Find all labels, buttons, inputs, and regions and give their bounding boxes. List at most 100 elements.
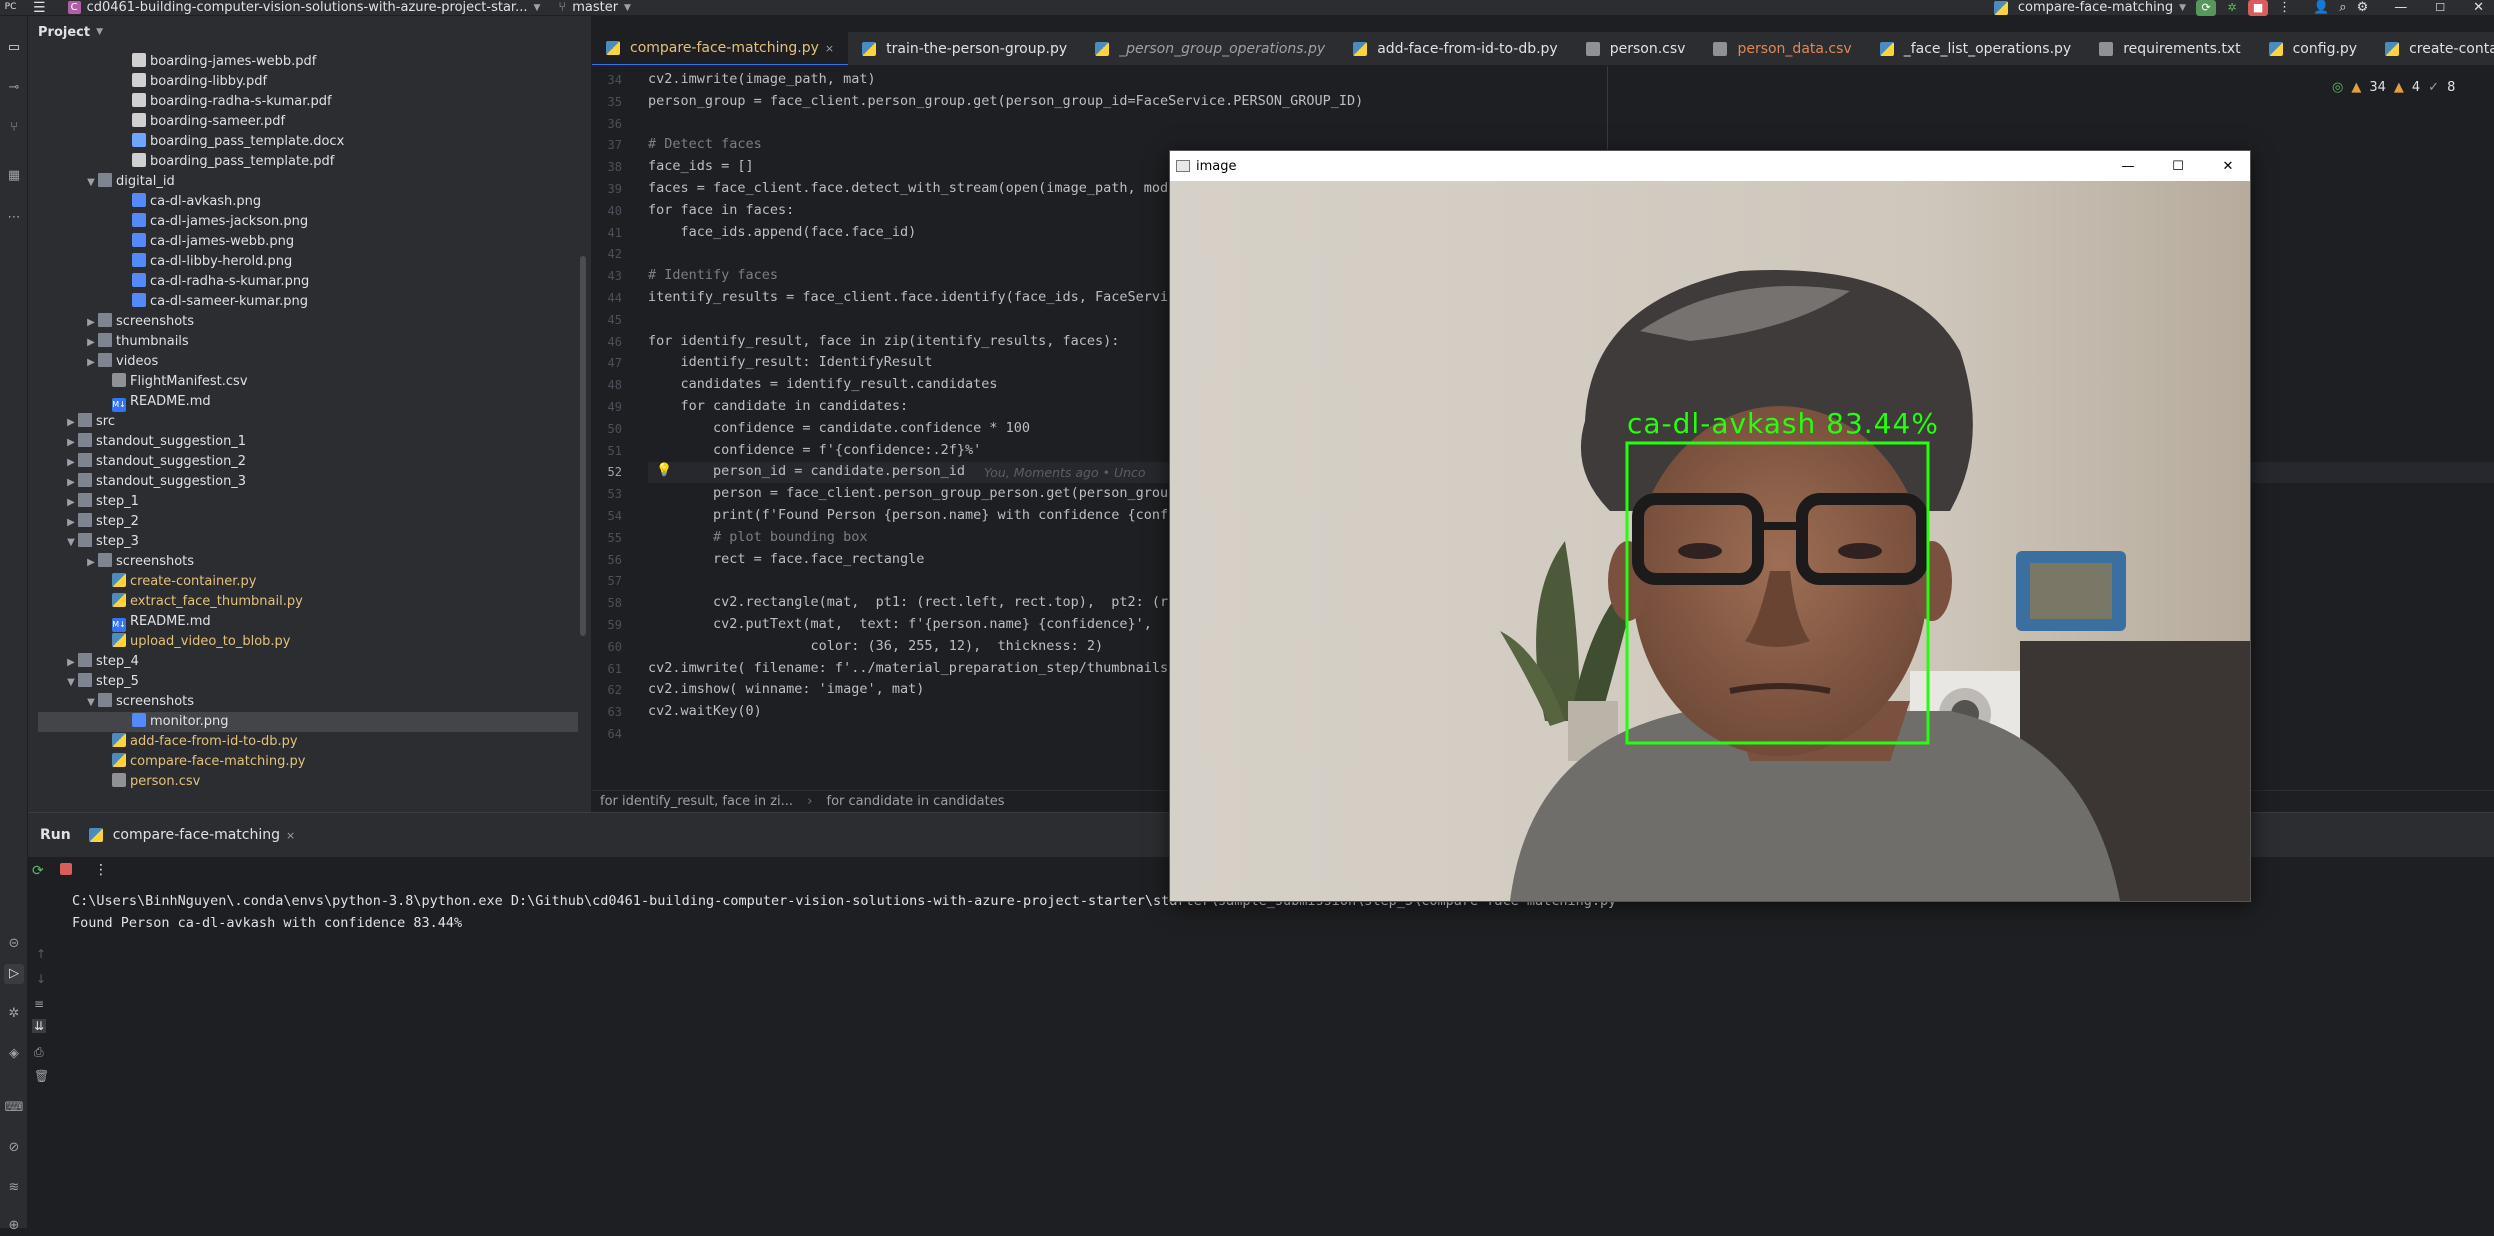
- breadcrumb-item[interactable]: for identify_result, face in zi...: [600, 794, 793, 809]
- run-config-selector[interactable]: compare-face-matching ▼: [1993, 0, 2186, 16]
- tree-file[interactable]: ca-dl-libby-herold.png: [132, 252, 292, 272]
- tree-file[interactable]: ca-dl-james-webb.png: [132, 232, 294, 252]
- chevron-down-icon[interactable]: ▼: [64, 673, 78, 693]
- terminal-icon[interactable]: ⌨: [4, 1098, 24, 1118]
- chevron-down-icon[interactable]: ▼: [84, 693, 98, 713]
- tree-folder[interactable]: ▶ standout_suggestion_2: [64, 452, 246, 472]
- editor-tab[interactable]: person.csv: [1572, 32, 1700, 65]
- minimize-icon[interactable]: —: [2394, 0, 2407, 16]
- chevron-right-icon[interactable]: ▶: [64, 653, 78, 673]
- inspection-widget[interactable]: ◎ ▲ 34 ▲ 4 ✓ 8: [2332, 80, 2455, 95]
- tree-file[interactable]: person.csv: [112, 772, 200, 792]
- tree-file[interactable]: ca-dl-avkash.png: [132, 192, 261, 212]
- stop-icon[interactable]: [60, 863, 72, 875]
- code-line[interactable]: cv2.imwrite( filename: f'../material_pre…: [648, 660, 1201, 676]
- chevron-right-icon[interactable]: ▶: [84, 333, 98, 353]
- tree-folder[interactable]: ▼ step_3: [64, 532, 139, 552]
- debug-button[interactable]: ✲: [2222, 0, 2242, 16]
- rerun-icon[interactable]: ⟳: [32, 863, 44, 879]
- lightbulb-icon[interactable]: 💡: [656, 463, 672, 478]
- tree-folder[interactable]: ▶ src: [64, 412, 115, 432]
- code-line[interactable]: cv2.rectangle(mat, pt1: (rect.left, rect…: [648, 594, 1209, 610]
- breadcrumb-item[interactable]: for candidate in candidates: [827, 794, 1005, 809]
- tree-file[interactable]: monitor.png: [38, 712, 578, 732]
- code-line[interactable]: # Detect faces: [648, 136, 762, 152]
- search-icon[interactable]: ⌕: [2339, 0, 2346, 16]
- code-line[interactable]: rect = face.face_rectangle: [648, 551, 924, 567]
- image-window-titlebar[interactable]: image — ☐ ✕: [1170, 151, 2250, 181]
- code-line[interactable]: color: (36, 255, 12), thickness: 2): [648, 638, 1104, 654]
- add-user-icon[interactable]: 👤: [2313, 0, 2329, 16]
- python-console-icon[interactable]: ◈: [4, 1044, 24, 1064]
- trash-icon[interactable]: 🗑: [34, 1069, 49, 1083]
- tree-folder[interactable]: ▶ videos: [84, 352, 158, 372]
- run-config-tab[interactable]: compare-face-matching ×: [88, 827, 295, 843]
- commit-icon[interactable]: ⊸: [4, 78, 24, 98]
- folder-icon[interactable]: ▭: [4, 38, 24, 58]
- tree-folder[interactable]: ▶ step_1: [64, 492, 139, 512]
- code-line[interactable]: for face in faces:: [648, 202, 794, 218]
- project-selector[interactable]: C cd0461-building-computer-vision-soluti…: [67, 0, 540, 16]
- branch-selector[interactable]: ⑂ master ▼: [558, 0, 631, 16]
- code-line[interactable]: # plot bounding box: [648, 529, 867, 545]
- tree-file[interactable]: boarding_pass_template.pdf: [132, 152, 334, 172]
- tree-file[interactable]: boarding-james-webb.pdf: [132, 52, 316, 72]
- close-icon[interactable]: ✕: [2206, 159, 2250, 174]
- tree-folder[interactable]: ▼ screenshots: [84, 692, 194, 712]
- tree-file[interactable]: add-face-from-id-to-db.py: [112, 732, 298, 752]
- chevron-right-icon[interactable]: ▶: [64, 493, 78, 513]
- editor-tab[interactable]: _person_group_operations.py: [1081, 32, 1339, 65]
- tree-file[interactable]: boarding-radha-s-kumar.pdf: [132, 92, 332, 112]
- structure-icon[interactable]: ▦: [4, 166, 24, 186]
- arrow-up-icon[interactable]: ↑: [36, 947, 46, 961]
- chevron-right-icon[interactable]: ▶: [64, 433, 78, 453]
- chevron-down-icon[interactable]: ▼: [64, 533, 78, 553]
- tree-file[interactable]: ca-dl-sameer-kumar.png: [132, 292, 308, 312]
- code-line[interactable]: confidence = candidate.confidence * 100: [648, 420, 1030, 436]
- tree-folder[interactable]: ▶ screenshots: [84, 552, 194, 572]
- code-line[interactable]: print(f'Found Person {person.name} with …: [648, 507, 1176, 523]
- services-icon[interactable]: ⊝: [4, 934, 24, 954]
- pull-request-icon[interactable]: ⑂: [4, 118, 24, 138]
- tree-file[interactable]: ca-dl-radha-s-kumar.png: [132, 272, 309, 292]
- maximize-icon[interactable]: ☐: [2435, 0, 2445, 16]
- code-line[interactable]: face_ids.append(face.face_id): [648, 224, 917, 240]
- tree-folder[interactable]: ▶ screenshots: [84, 312, 194, 332]
- arrow-down-icon[interactable]: ↓: [36, 972, 46, 986]
- print-icon[interactable]: ⎙: [34, 1045, 44, 1060]
- version-control-icon[interactable]: ⊕: [4, 1216, 24, 1236]
- scroll-to-end-icon[interactable]: ⇊: [32, 1019, 47, 1033]
- code-line[interactable]: cv2.imshow( winname: 'image', mat): [648, 681, 924, 697]
- editor-tab[interactable]: add-face-from-id-to-db.py: [1339, 32, 1572, 65]
- layers-icon[interactable]: ≋: [4, 1178, 24, 1198]
- tree-file[interactable]: M↓ README.md: [112, 392, 211, 412]
- rerun-button[interactable]: ⟳: [2196, 0, 2217, 16]
- main-menu-icon[interactable]: ☰: [33, 0, 46, 16]
- tree-folder[interactable]: ▶ thumbnails: [84, 332, 189, 352]
- code-line[interactable]: person_group = face_client.person_group.…: [648, 93, 1363, 109]
- tree-file[interactable]: ca-dl-james-jackson.png: [132, 212, 308, 232]
- code-line[interactable]: person_id = candidate.person_id: [648, 463, 965, 479]
- code-line[interactable]: cv2.putText(mat, text: f'{person.name} {…: [648, 616, 1201, 632]
- code-line[interactable]: faces = face_client.face.detect_with_str…: [648, 180, 1176, 196]
- chevron-right-icon[interactable]: ▶: [64, 413, 78, 433]
- gear-icon[interactable]: ⚙: [2357, 0, 2369, 16]
- tree-file[interactable]: M↓ README.md: [112, 612, 211, 632]
- tree-file[interactable]: boarding-libby.pdf: [132, 72, 267, 92]
- problems-icon[interactable]: ⊘: [4, 1138, 24, 1158]
- tree-folder[interactable]: ▼ digital_id: [84, 172, 175, 192]
- tree-scrollbar[interactable]: [580, 256, 586, 636]
- editor-tab[interactable]: train-the-person-group.py: [848, 32, 1081, 65]
- more-icon[interactable]: ⋮: [94, 862, 108, 878]
- code-line[interactable]: for candidate in candidates:: [648, 398, 909, 414]
- code-line[interactable]: cv2.waitKey(0): [648, 703, 762, 719]
- close-icon[interactable]: ×: [825, 42, 834, 55]
- chevron-right-icon[interactable]: ▶: [64, 513, 78, 533]
- tree-file[interactable]: extract_face_thumbnail.py: [112, 592, 303, 612]
- tree-folder[interactable]: ▶ standout_suggestion_1: [64, 432, 246, 452]
- chevron-right-icon[interactable]: ▶: [84, 313, 98, 333]
- editor-tab[interactable]: create-conta: [2371, 32, 2494, 65]
- tree-file[interactable]: upload_video_to_blob.py: [112, 632, 290, 652]
- code-line[interactable]: cv2.imwrite(image_path, mat): [648, 71, 876, 87]
- code-line[interactable]: candidates = identify_result.candidates: [648, 376, 998, 392]
